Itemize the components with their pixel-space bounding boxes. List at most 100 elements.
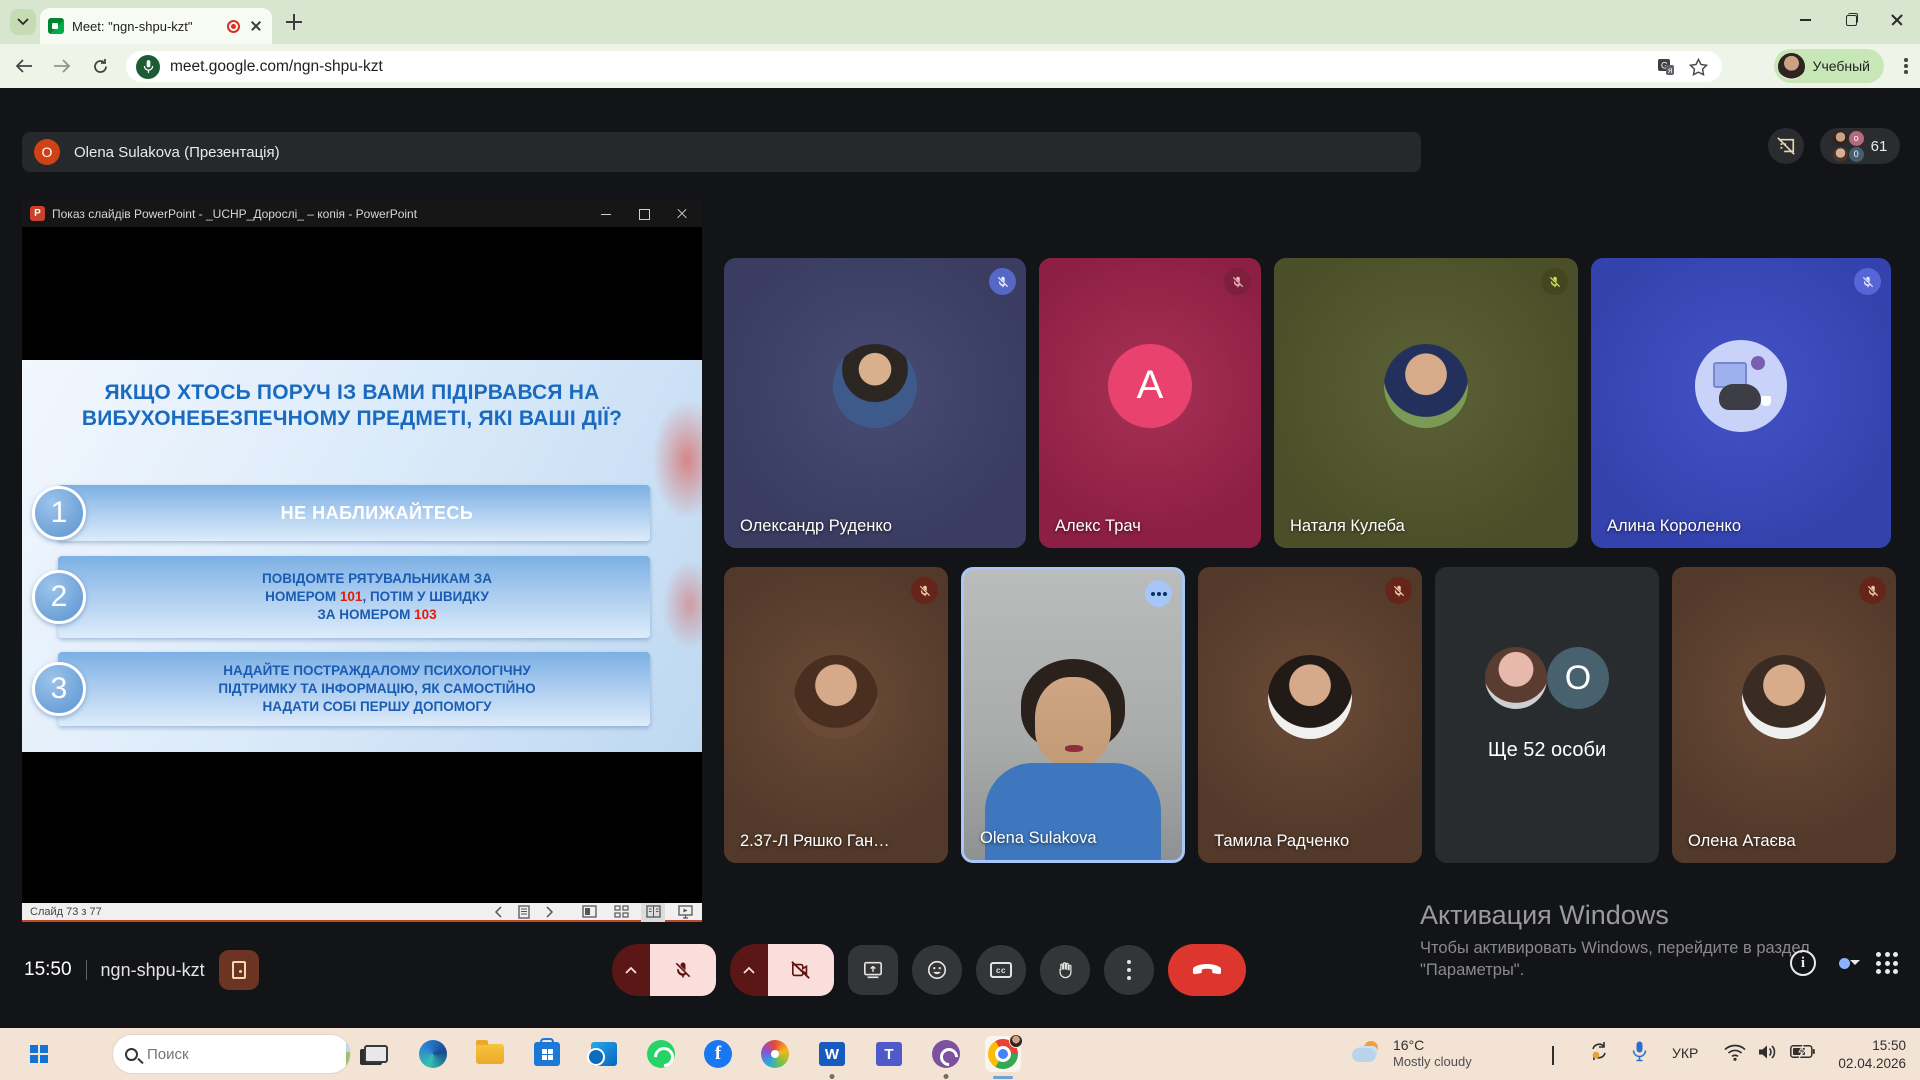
meeting-details-button[interactable]: i <box>1790 950 1816 976</box>
self-video-tile[interactable]: Olena Sulakova <box>961 567 1185 863</box>
chevron-down-icon <box>17 18 29 26</box>
slideshow-view-icon[interactable] <box>676 904 694 919</box>
facebook-button[interactable]: f <box>700 1036 736 1072</box>
participant-tile[interactable]: Олександр Руденко <box>724 258 1026 548</box>
window-close-button[interactable] <box>1874 0 1920 40</box>
search-input[interactable] <box>147 1046 346 1063</box>
windows-activation-watermark: Активация Windows Чтобы активировать Win… <box>1420 900 1810 982</box>
profile-chip[interactable]: Учебный <box>1774 49 1884 83</box>
mic-in-use-icon[interactable] <box>136 55 160 79</box>
annotate-menu-icon[interactable] <box>518 905 530 919</box>
battery-tray-button[interactable] <box>1790 1044 1815 1059</box>
activities-grid-icon[interactable] <box>1876 952 1898 974</box>
search-highlight-image[interactable] <box>346 1035 350 1073</box>
captions-button[interactable]: cc <box>976 945 1026 995</box>
watermark-text: Чтобы активировать Windows, перейдите в … <box>1420 937 1810 982</box>
whatsapp-icon <box>647 1040 675 1068</box>
powerpoint-window: P Показ слайдів PowerPoint - _UCHP_Дорос… <box>22 200 702 922</box>
speaker-icon <box>1757 1043 1778 1061</box>
stop-presentation-view-button[interactable] <box>1768 128 1804 164</box>
mic-toggle-button[interactable] <box>650 944 716 996</box>
start-button[interactable] <box>30 1045 48 1063</box>
camera-options-button[interactable] <box>730 944 768 996</box>
address-bar[interactable]: meet.google.com/ngn-shpu-kzt Gя <box>126 51 1722 82</box>
back-button[interactable] <box>10 52 38 80</box>
previous-slide-icon[interactable] <box>494 906 502 918</box>
browser-menu-button[interactable] <box>1904 58 1908 74</box>
translate-icon[interactable]: Gя <box>1657 58 1675 76</box>
normal-view-icon[interactable] <box>580 904 598 919</box>
reading-view-icon[interactable] <box>644 904 662 919</box>
outlook-button[interactable] <box>586 1036 622 1072</box>
participant-tile[interactable]: Наталя Кулеба <box>1274 258 1578 548</box>
ppt-maximize-button[interactable] <box>638 208 650 220</box>
bookmark-star-icon[interactable] <box>1689 58 1708 76</box>
more-participants-tile[interactable]: O Ще 52 особи <box>1435 567 1659 863</box>
edge-button[interactable] <box>415 1036 451 1072</box>
photos-button[interactable] <box>757 1036 793 1072</box>
slide-sorter-view-icon[interactable] <box>612 904 630 919</box>
reload-button[interactable] <box>86 52 114 80</box>
sync-tray-button[interactable] <box>1588 1040 1610 1062</box>
wifi-tray-button[interactable] <box>1724 1044 1746 1061</box>
kebab-icon <box>1127 960 1131 980</box>
mic-muted-icon <box>911 577 938 604</box>
viber-button[interactable] <box>928 1036 964 1072</box>
avatar <box>833 344 917 428</box>
back-arrow-icon <box>15 58 33 74</box>
participant-tile[interactable]: 2.37-Л Ряшко Ган… <box>724 567 948 863</box>
forward-button[interactable] <box>48 52 76 80</box>
chrome-button[interactable] <box>985 1036 1021 1072</box>
weather-temp: 16°C <box>1393 1036 1472 1054</box>
participant-tile[interactable]: Тамила Радченко <box>1198 567 1422 863</box>
meeting-room-button[interactable] <box>219 950 259 990</box>
teams-button[interactable]: T <box>871 1036 907 1072</box>
facebook-icon: f <box>704 1040 732 1068</box>
participant-tile[interactable]: Алина Короленко <box>1591 258 1891 548</box>
whatsapp-button[interactable] <box>643 1036 679 1072</box>
participant-name: Олена Атаєва <box>1688 832 1796 851</box>
microsoft-store-button[interactable] <box>529 1036 565 1072</box>
presentation-off-icon <box>1776 136 1796 156</box>
taskbar-weather[interactable]: 16°C Mostly cloudy <box>1352 1036 1472 1069</box>
participant-mini-avatar <box>1833 147 1848 162</box>
participant-mini-avatar: o <box>1849 131 1864 146</box>
end-call-button[interactable] <box>1168 944 1246 996</box>
more-options-button[interactable] <box>1104 945 1154 995</box>
reactions-button[interactable] <box>912 945 962 995</box>
ppt-minimize-button[interactable] <box>600 208 612 220</box>
camera-toggle-button[interactable] <box>768 944 834 996</box>
taskbar-clock[interactable]: 15:50 02.04.2026 <box>1838 1037 1906 1073</box>
ppt-close-button[interactable] <box>676 208 688 220</box>
word-button[interactable]: W <box>814 1036 850 1072</box>
mic-options-button[interactable] <box>612 944 650 996</box>
window-minimize-button[interactable] <box>1782 0 1828 40</box>
volume-tray-button[interactable] <box>1757 1043 1778 1061</box>
participant-tile[interactable]: A Алекс Трач <box>1039 258 1261 548</box>
next-slide-icon[interactable] <box>546 906 554 918</box>
tray-overflow-button[interactable] <box>1552 1048 1554 1066</box>
windows-taskbar: f W T 16°C Mostly cloudy УКР <box>0 1028 1920 1080</box>
taskbar-search[interactable] <box>113 1035 350 1073</box>
mic-tray-button[interactable] <box>1632 1041 1647 1062</box>
participants-counter[interactable]: o 0 61 <box>1820 128 1900 164</box>
participant-mini-avatar: 0 <box>1849 147 1864 162</box>
window-restore-button[interactable] <box>1828 0 1874 40</box>
wifi-icon <box>1724 1044 1746 1061</box>
new-tab-button[interactable] <box>284 12 304 32</box>
powerpoint-statusbar: Слайд 73 з 77 <box>22 903 702 922</box>
participant-tile[interactable]: Олена Атаєва <box>1672 567 1896 863</box>
browser-tab-meet[interactable]: Meet: "ngn-shpu-kzt" <box>40 8 272 44</box>
language-indicator[interactable]: УКР <box>1672 1045 1698 1061</box>
tab-search-button[interactable] <box>10 9 36 35</box>
raise-hand-button[interactable] <box>1040 945 1090 995</box>
task-view-button[interactable] <box>358 1036 394 1072</box>
meeting-code: ngn-shpu-kzt <box>101 960 205 981</box>
present-button[interactable] <box>848 945 898 995</box>
tab-close-button[interactable] <box>248 18 264 34</box>
participants-count: 61 <box>1871 138 1888 155</box>
mic-muted-icon <box>1385 577 1412 604</box>
tile-options-button[interactable] <box>1145 580 1172 607</box>
url-text[interactable]: meet.google.com/ngn-shpu-kzt <box>170 58 1657 76</box>
file-explorer-button[interactable] <box>472 1036 508 1072</box>
